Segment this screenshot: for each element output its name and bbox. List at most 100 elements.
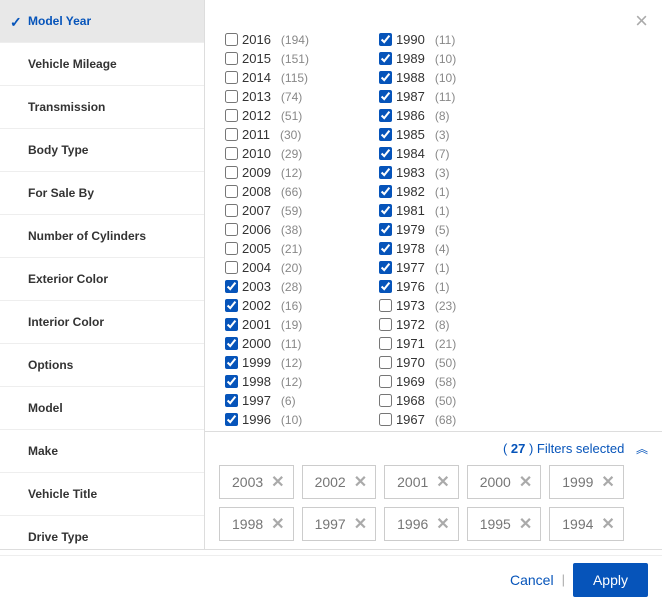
year-checkbox-1996[interactable]: [225, 413, 238, 426]
year-label[interactable]: 1997: [242, 393, 271, 408]
pill-remove-icon[interactable]: ✕: [436, 514, 449, 534]
year-checkbox-2007[interactable]: [225, 204, 238, 217]
year-checkbox-1977[interactable]: [379, 261, 392, 274]
year-checkbox-1968[interactable]: [379, 394, 392, 407]
sidebar-item-transmission[interactable]: Transmission: [0, 86, 204, 129]
year-label[interactable]: 2012: [242, 108, 271, 123]
year-label[interactable]: 2013: [242, 89, 271, 104]
year-label[interactable]: 2000: [242, 336, 271, 351]
year-checkbox-1997[interactable]: [225, 394, 238, 407]
year-checkbox-2006[interactable]: [225, 223, 238, 236]
year-checkbox-2016[interactable]: [225, 33, 238, 46]
year-label[interactable]: 2009: [242, 165, 271, 180]
year-checkbox-1969[interactable]: [379, 375, 392, 388]
sidebar-item-for-sale-by[interactable]: For Sale By: [0, 172, 204, 215]
year-checkbox-1987[interactable]: [379, 90, 392, 103]
year-checkbox-1972[interactable]: [379, 318, 392, 331]
year-label[interactable]: 1985: [396, 127, 425, 142]
year-checkbox-1983[interactable]: [379, 166, 392, 179]
year-checkbox-2013[interactable]: [225, 90, 238, 103]
sidebar-item-model-year[interactable]: Model Year: [0, 0, 204, 43]
year-checkbox-2015[interactable]: [225, 52, 238, 65]
sidebar-item-exterior-color[interactable]: Exterior Color: [0, 258, 204, 301]
year-checkbox-2010[interactable]: [225, 147, 238, 160]
pill-remove-icon[interactable]: ✕: [436, 472, 449, 492]
year-checkbox-2002[interactable]: [225, 299, 238, 312]
year-label[interactable]: 1987: [396, 89, 425, 104]
year-checkbox-1979[interactable]: [379, 223, 392, 236]
apply-button[interactable]: Apply: [573, 563, 648, 597]
year-label[interactable]: 1973: [396, 298, 425, 313]
year-checkbox-1990[interactable]: [379, 33, 392, 46]
sidebar-item-number-of-cylinders[interactable]: Number of Cylinders: [0, 215, 204, 258]
year-checkbox-1988[interactable]: [379, 71, 392, 84]
year-label[interactable]: 1984: [396, 146, 425, 161]
sidebar-item-body-type[interactable]: Body Type: [0, 129, 204, 172]
year-label[interactable]: 1968: [396, 393, 425, 408]
close-icon[interactable]: ×: [635, 8, 648, 34]
sidebar-item-vehicle-mileage[interactable]: Vehicle Mileage: [0, 43, 204, 86]
pill-remove-icon[interactable]: ✕: [354, 472, 367, 492]
year-label[interactable]: 1988: [396, 70, 425, 85]
pill-remove-icon[interactable]: ✕: [601, 514, 614, 534]
sidebar-item-model[interactable]: Model: [0, 387, 204, 430]
year-checkbox-1985[interactable]: [379, 128, 392, 141]
year-checkbox-1978[interactable]: [379, 242, 392, 255]
year-label[interactable]: 1970: [396, 355, 425, 370]
year-label[interactable]: 1967: [396, 412, 425, 427]
year-label[interactable]: 2011: [242, 127, 270, 142]
collapse-icon[interactable]: ︽: [636, 440, 648, 457]
year-checkbox-1976[interactable]: [379, 280, 392, 293]
cancel-button[interactable]: Cancel: [510, 572, 554, 588]
sidebar-item-options[interactable]: Options: [0, 344, 204, 387]
year-checkbox-1998[interactable]: [225, 375, 238, 388]
year-label[interactable]: 1979: [396, 222, 425, 237]
year-label[interactable]: 2016: [242, 32, 271, 47]
year-checkbox-2014[interactable]: [225, 71, 238, 84]
year-label[interactable]: 1996: [242, 412, 271, 427]
year-label[interactable]: 1976: [396, 279, 425, 294]
pill-remove-icon[interactable]: ✕: [601, 472, 614, 492]
year-checkbox-2008[interactable]: [225, 185, 238, 198]
year-checkbox-1973[interactable]: [379, 299, 392, 312]
year-label[interactable]: 1986: [396, 108, 425, 123]
year-label[interactable]: 1998: [242, 374, 271, 389]
year-label[interactable]: 2014: [242, 70, 271, 85]
year-label[interactable]: 1969: [396, 374, 425, 389]
year-label[interactable]: 2001: [242, 317, 271, 332]
sidebar-item-make[interactable]: Make: [0, 430, 204, 473]
year-label[interactable]: 1989: [396, 51, 425, 66]
year-label[interactable]: 1972: [396, 317, 425, 332]
year-checkbox-2012[interactable]: [225, 109, 238, 122]
year-checkbox-2009[interactable]: [225, 166, 238, 179]
year-checkbox-2001[interactable]: [225, 318, 238, 331]
year-label[interactable]: 2004: [242, 260, 271, 275]
year-label[interactable]: 1977: [396, 260, 425, 275]
year-label[interactable]: 2003: [242, 279, 271, 294]
sidebar-item-interior-color[interactable]: Interior Color: [0, 301, 204, 344]
year-label[interactable]: 2006: [242, 222, 271, 237]
year-checkbox-2000[interactable]: [225, 337, 238, 350]
year-checkbox-2011[interactable]: [225, 128, 238, 141]
sidebar-item-drive-type[interactable]: Drive Type: [0, 516, 204, 549]
year-checkbox-1970[interactable]: [379, 356, 392, 369]
year-label[interactable]: 1982: [396, 184, 425, 199]
year-label[interactable]: 2002: [242, 298, 271, 313]
year-checkbox-2003[interactable]: [225, 280, 238, 293]
year-checkbox-1986[interactable]: [379, 109, 392, 122]
pill-remove-icon[interactable]: ✕: [271, 514, 284, 534]
year-label[interactable]: 1971: [396, 336, 425, 351]
year-label[interactable]: 2008: [242, 184, 271, 199]
pill-remove-icon[interactable]: ✕: [271, 472, 284, 492]
year-checkbox-1971[interactable]: [379, 337, 392, 350]
filter-sidebar[interactable]: Model YearVehicle MileageTransmissionBod…: [0, 0, 205, 549]
pill-remove-icon[interactable]: ✕: [519, 514, 532, 534]
year-checkbox-2005[interactable]: [225, 242, 238, 255]
year-label[interactable]: 2007: [242, 203, 271, 218]
year-checkbox-1967[interactable]: [379, 413, 392, 426]
filter-options-scroll[interactable]: 2016(194)2015(151)2014(115)2013(74)2012(…: [205, 0, 662, 431]
pill-remove-icon[interactable]: ✕: [519, 472, 532, 492]
sidebar-item-vehicle-title[interactable]: Vehicle Title: [0, 473, 204, 516]
year-label[interactable]: 1981: [396, 203, 425, 218]
year-label[interactable]: 1999: [242, 355, 271, 370]
